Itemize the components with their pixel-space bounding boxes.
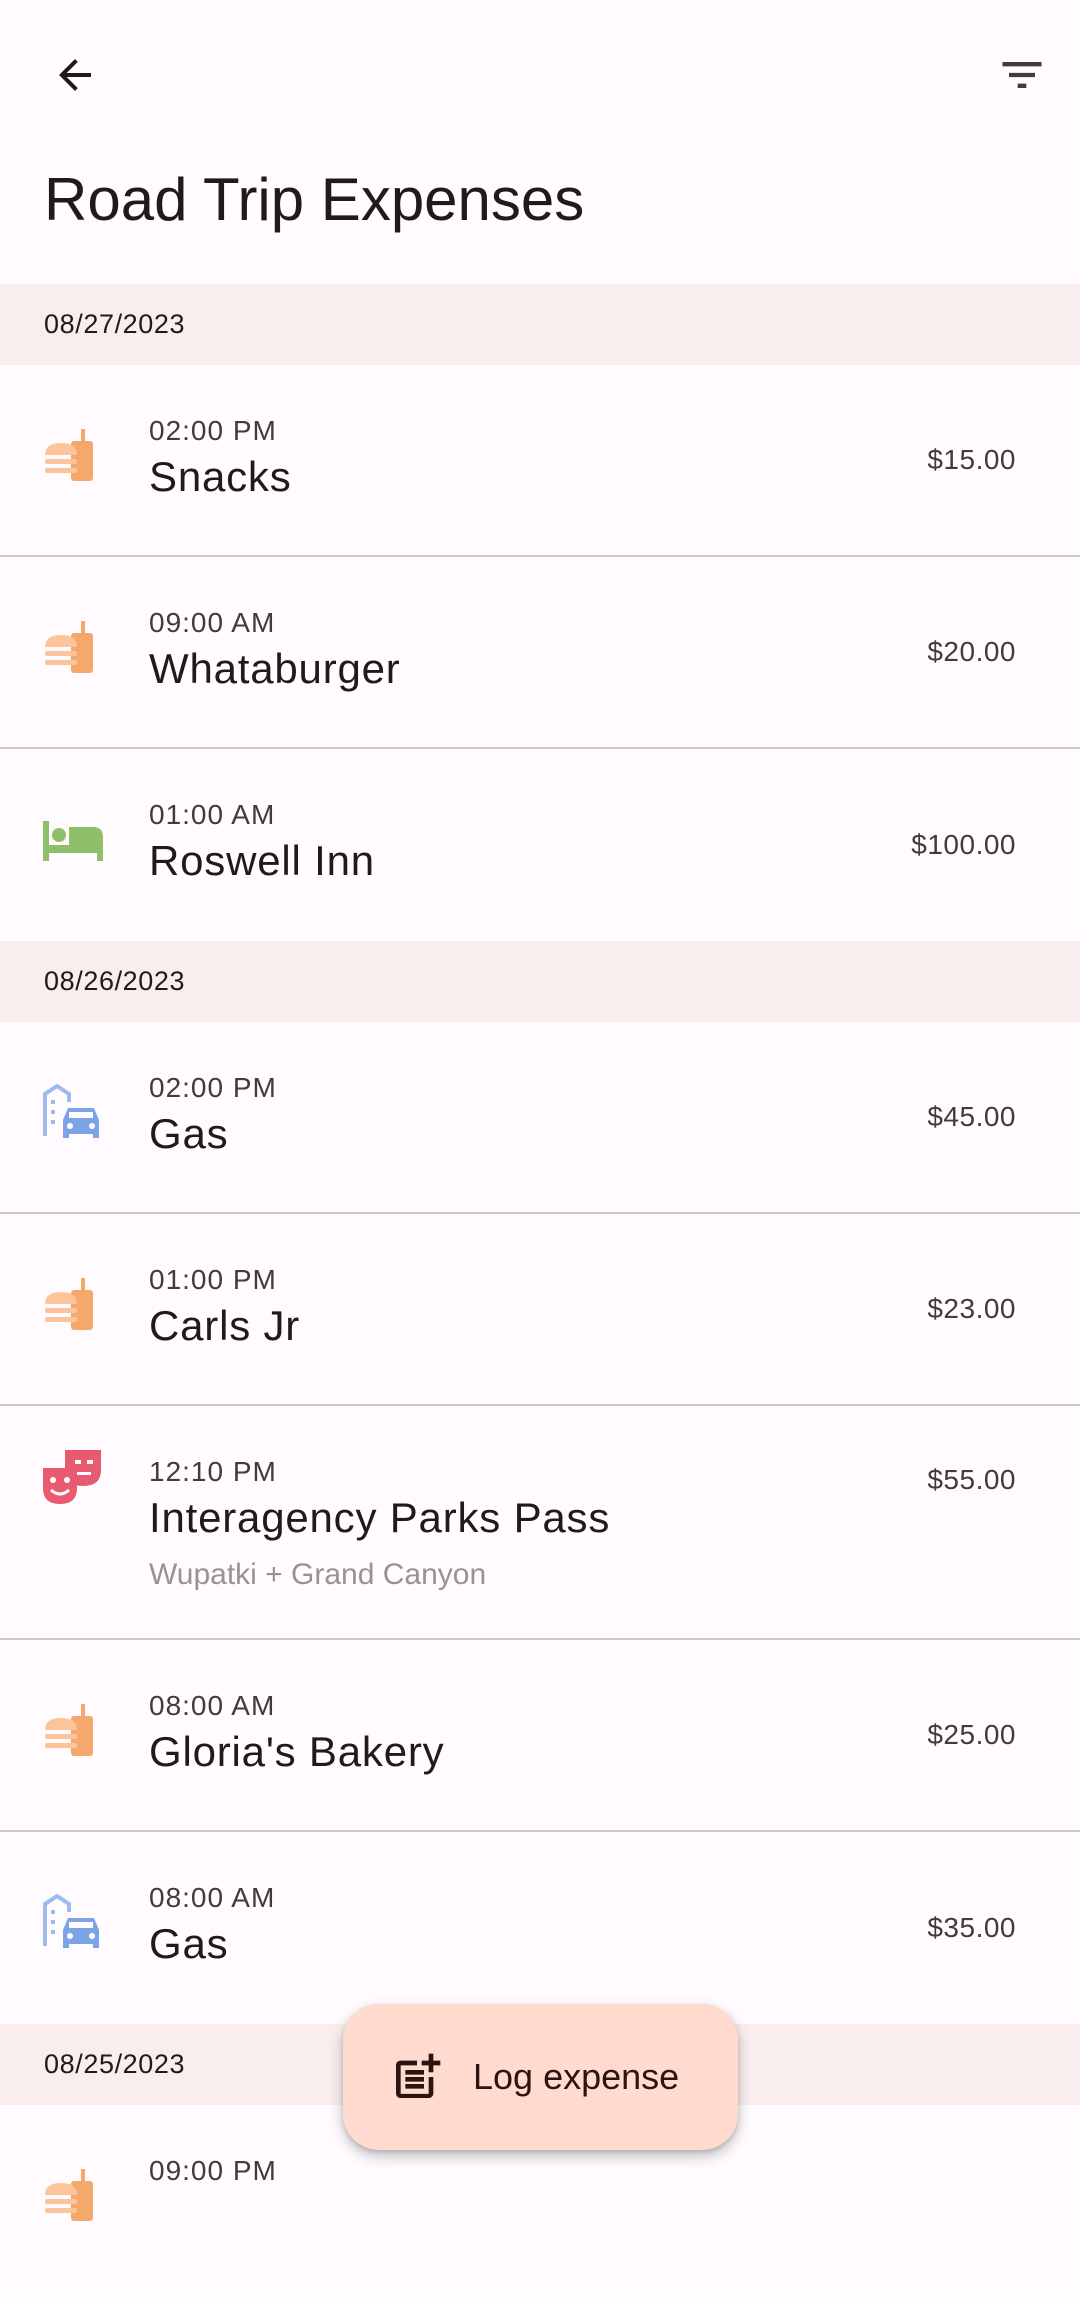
expense-title: Whataburger (149, 645, 401, 692)
date-header: 08/26/2023 (0, 941, 1080, 1022)
page-title: Road Trip Expenses (44, 166, 585, 233)
expense-title: Snacks (149, 453, 292, 500)
expense-title: Gas (149, 1920, 229, 1967)
expense-time: 08:00 AM (149, 1882, 276, 1913)
expense-list[interactable]: 08/27/2023 02:00 PM Snacks $15.00 09:00 … (0, 284, 1080, 2297)
expense-title: Roswell Inn (149, 837, 375, 884)
fastfood-icon (45, 429, 93, 481)
expense-time: 12:10 PM (149, 1456, 277, 1487)
fastfood-icon (45, 2169, 93, 2221)
expense-amount: $20.00 (927, 636, 1016, 667)
expense-amount: $55.00 (927, 1464, 1016, 1495)
expense-item[interactable]: 01:00 PM Carls Jr $23.00 (0, 1214, 1080, 1406)
back-button[interactable] (27, 27, 123, 123)
expense-title: Gloria's Bakery (149, 1728, 445, 1775)
expense-time: 09:00 PM (149, 2155, 277, 2186)
top-app-bar (0, 0, 1080, 150)
filter-list-icon (1002, 62, 1042, 88)
log-expense-button[interactable]: Log expense (343, 2004, 738, 2150)
commute-car-icon (43, 1083, 99, 1138)
expense-amount: $45.00 (927, 1101, 1016, 1132)
filter-button[interactable] (974, 27, 1070, 123)
expense-time: 02:00 PM (149, 1072, 277, 1103)
theater-masks-icon (43, 1450, 101, 1504)
fastfood-icon (45, 1278, 93, 1330)
expense-amount: $23.00 (927, 1293, 1016, 1324)
expense-time: 01:00 AM (149, 799, 276, 830)
expense-time: 01:00 PM (149, 1264, 277, 1295)
arrow-back-icon (59, 59, 91, 91)
fastfood-icon (45, 1704, 93, 1756)
expense-item[interactable]: 12:10 PM Interagency Parks Pass Wupatki … (0, 1406, 1080, 1640)
expense-title: Gas (149, 1110, 229, 1157)
commute-car-icon (43, 1893, 99, 1948)
expense-item[interactable]: 09:00 AM Whataburger $20.00 (0, 557, 1080, 749)
expense-note: Wupatki + Grand Canyon (149, 1558, 487, 1591)
post-add-icon (396, 2053, 441, 2098)
expense-item[interactable]: 08:00 AM Gloria's Bakery $25.00 (0, 1640, 1080, 1832)
expense-time: 09:00 AM (149, 607, 276, 638)
fastfood-icon (45, 621, 93, 673)
log-expense-label: Log expense (473, 2056, 680, 2097)
expense-title: Interagency Parks Pass (149, 1494, 611, 1541)
expense-item[interactable]: 08:00 AM Gas $35.00 (0, 1832, 1080, 2024)
expense-time: 02:00 PM (149, 415, 277, 446)
expense-item[interactable]: 01:00 AM Roswell Inn $100.00 (0, 749, 1080, 941)
expense-item[interactable]: 02:00 PM Gas $45.00 (0, 1022, 1080, 1214)
expense-amount: $15.00 (927, 444, 1016, 475)
hotel-bed-icon (43, 821, 103, 861)
expense-amount: $35.00 (927, 1912, 1016, 1943)
expense-amount: $25.00 (927, 1719, 1016, 1750)
date-header: 08/27/2023 (0, 284, 1080, 365)
expense-amount: $100.00 (911, 829, 1016, 860)
expense-time: 08:00 AM (149, 1690, 276, 1721)
expense-title: Carls Jr (149, 1302, 301, 1349)
expense-item[interactable]: 02:00 PM Snacks $15.00 (0, 365, 1080, 557)
